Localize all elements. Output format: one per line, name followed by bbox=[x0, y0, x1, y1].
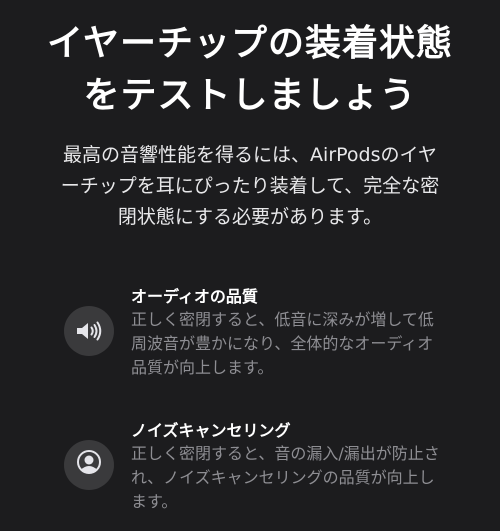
feature-body: 正しく密閉すると、音の漏入/漏出が防止され、ノイズキャンセリングの品質が向上しま… bbox=[131, 444, 440, 511]
feature-title: ノイズキャンセリング bbox=[131, 421, 291, 440]
speaker-icon bbox=[64, 306, 114, 356]
description-text: 最高の音響性能を得るには、AirPodsのイヤーチップを耳にぴったり装着して、完… bbox=[60, 144, 440, 228]
page-title: イヤーチップの装着状態をテストしましょう bbox=[47, 23, 453, 116]
feature-noise-cancellation-text: ノイズキャンセリング 正しく密閉すると、音の漏入/漏出が防止され、ノイズキャンセ… bbox=[131, 420, 441, 514]
ear-tip-fit-test-screen: イヤーチップの装着状態をテストしましょう 最高の音響性能を得るには、AirPod… bbox=[0, 0, 500, 531]
feature-title: オーディオの品質 bbox=[131, 287, 258, 306]
feature-audio-quality-text: オーディオの品質 正しく密閉すると、低音に深みが増して低周波音が豊かになり、全体… bbox=[131, 286, 441, 380]
feature-body: 正しく密閉すると、低音に深みが増して低周波音が豊かになり、全体的なオーディオ品質… bbox=[131, 310, 434, 377]
person-noise-icon bbox=[64, 440, 114, 490]
